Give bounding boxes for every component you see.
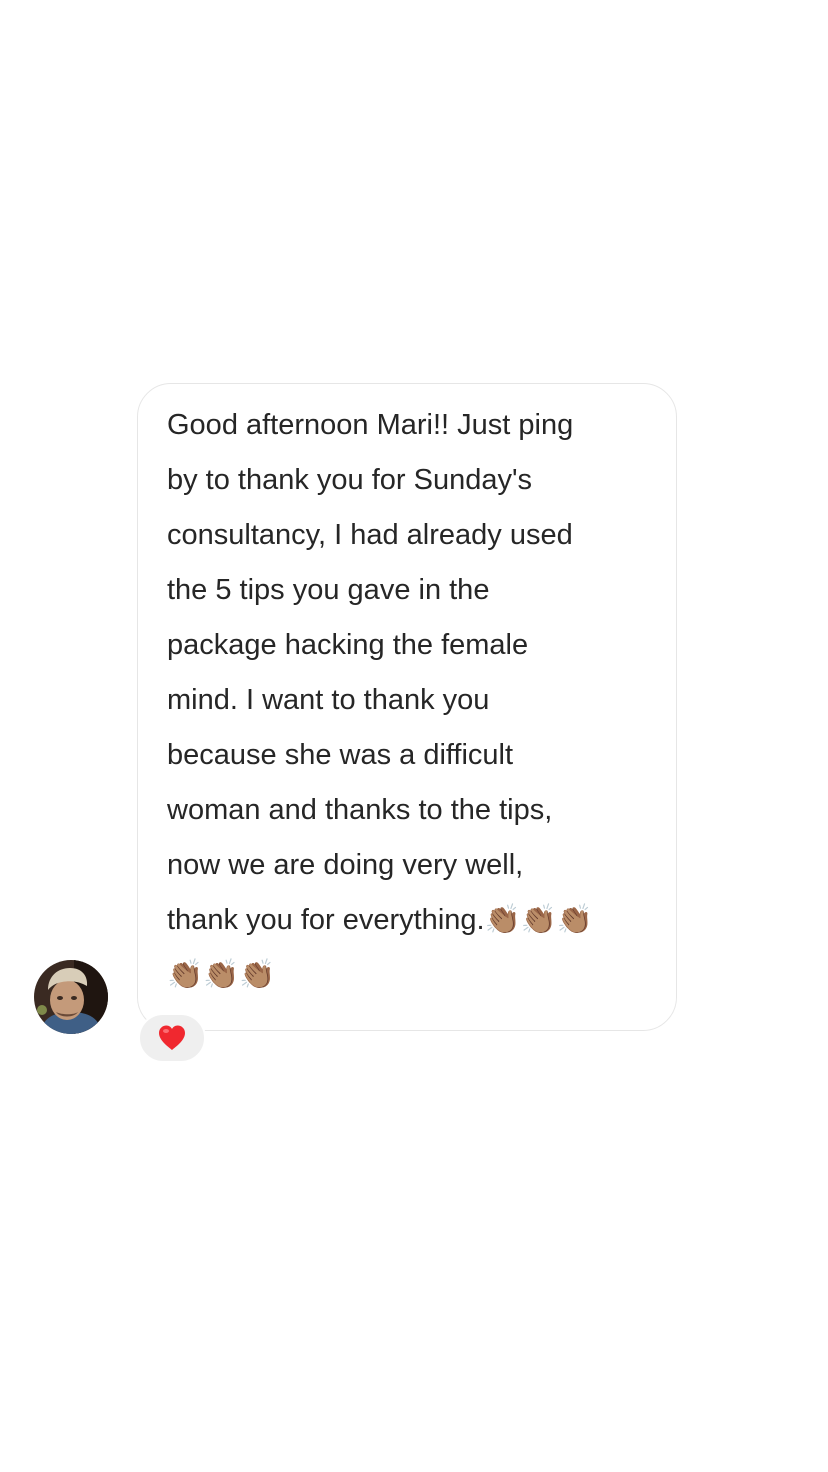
reaction-badge[interactable] — [138, 1013, 206, 1063]
message-text: Good afternoon Mari!! Just ping by to th… — [167, 409, 593, 991]
message-bubble[interactable]: Good afternoon Mari!! Just ping by to th… — [137, 383, 677, 1031]
heart-icon — [159, 1025, 185, 1050]
sender-avatar[interactable] — [34, 960, 108, 1034]
avatar-photo-icon — [34, 960, 108, 1034]
